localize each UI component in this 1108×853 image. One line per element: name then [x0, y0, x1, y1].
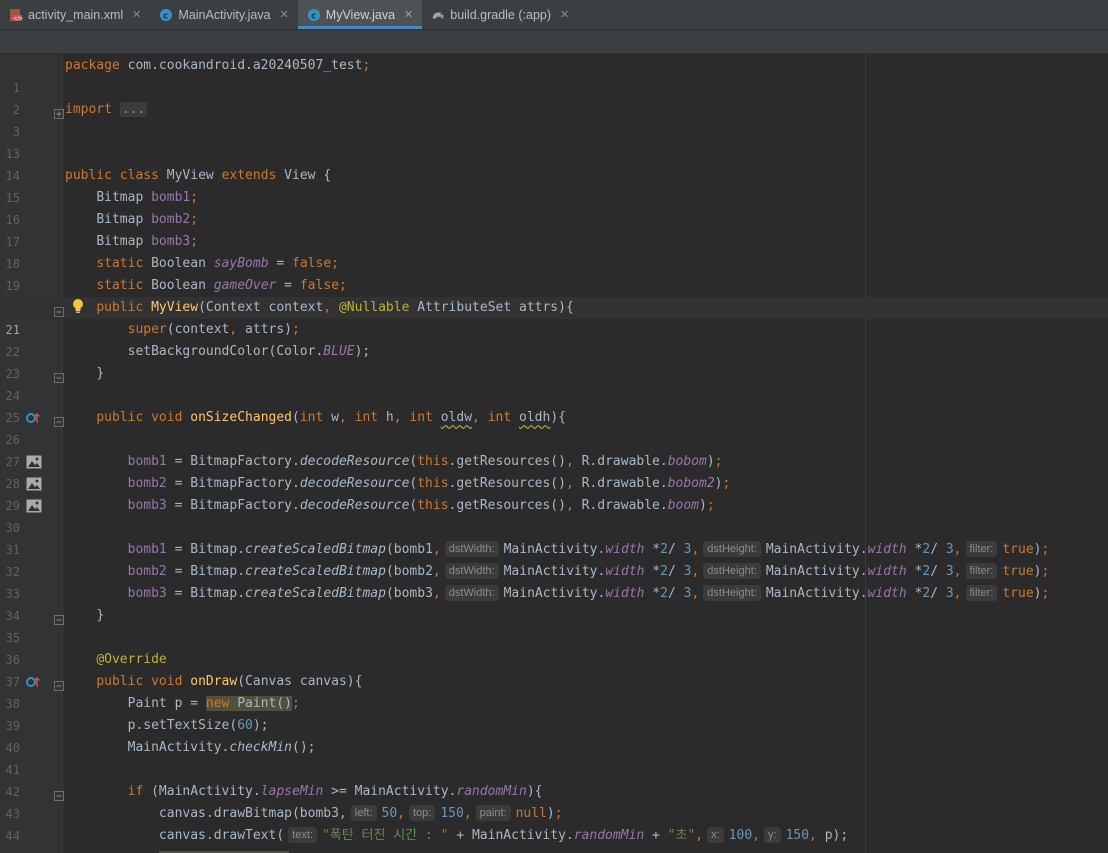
fold-end-icon[interactable]	[54, 369, 64, 383]
code-line: 2	[0, 77, 1108, 117]
gradle-icon	[431, 8, 445, 22]
parameter-hint: text:	[288, 827, 317, 843]
code-line: 29 bomb2 = BitmapFactory.decodeResource(…	[0, 473, 1108, 513]
code-line: 32 bomb1 = Bitmap.createScaledBitmap(bom…	[0, 539, 1108, 579]
parameter-hint: x:	[707, 827, 724, 843]
tab-build-gradle[interactable]: build.gradle (:app) ✕	[422, 0, 578, 29]
code-line: 23 setBackgroundColor(Color.BLUE);	[0, 341, 1108, 381]
code-line: 19 static Boolean sayBomb = false;	[0, 253, 1108, 293]
code-line: 44 canvas.drawBitmap(bomb3, left: 50, top: 1…	[0, 803, 1108, 843]
parameter-hint: dstWidth:	[444, 563, 499, 579]
parameter-hint: dstWidth:	[444, 541, 499, 557]
code-line: 31	[0, 517, 1108, 557]
code-line: 20 static Boolean gameOver = false;	[0, 275, 1108, 315]
code-line: 35 }	[0, 605, 1108, 645]
folded-imports[interactable]: ...	[119, 102, 148, 117]
code-line: 34 bomb3 = Bitmap.createScaledBitmap(bom…	[0, 583, 1108, 623]
close-icon[interactable]: ✕	[132, 8, 141, 21]
parameter-hint: paint:	[475, 805, 511, 821]
code-line: 40 p.setTextSize(60);	[0, 715, 1108, 755]
tab-mainactivity-java[interactable]: c MainActivity.java ✕	[150, 0, 297, 29]
code-line: 22 super(context, attrs);	[0, 319, 1108, 359]
code-line: 37 @Override	[0, 649, 1108, 689]
tab-label: MyView.java	[325, 7, 396, 22]
close-icon[interactable]: ✕	[280, 8, 289, 21]
parameter-hint: y:	[764, 827, 781, 843]
code-line: 27	[0, 429, 1108, 469]
fold-minus-icon[interactable]	[54, 413, 64, 427]
svg-text:</>: </>	[13, 16, 23, 22]
code-line: 3 import ...	[0, 99, 1108, 139]
code-line: 38 public void onDraw(Canvas canvas){	[0, 671, 1108, 711]
fold-minus-icon[interactable]	[54, 787, 64, 801]
tab-label: MainActivity.java	[178, 7, 271, 22]
override-method-icon[interactable]	[26, 675, 42, 689]
fold-plus-icon[interactable]	[54, 105, 64, 119]
tab-myview-java[interactable]: c MyView.java ✕	[297, 0, 423, 29]
parameter-hint: dstWidth:	[444, 585, 499, 601]
close-icon[interactable]: ✕	[404, 8, 413, 21]
code-line: 45 canvas.drawText(text:"폭탄 터진 시간 : " + …	[0, 825, 1108, 853]
code-line: 25	[0, 385, 1108, 425]
code-line: 28 bomb1 = BitmapFactory.decodeResource(…	[0, 451, 1108, 491]
code-line: 18 Bitmap bomb3;	[0, 231, 1108, 271]
code-line: 30 bomb3 = BitmapFactory.decodeResource(…	[0, 495, 1108, 535]
fold-minus-icon[interactable]	[54, 677, 64, 691]
image-resource-icon[interactable]	[26, 455, 42, 469]
fold-end-icon[interactable]	[54, 611, 64, 625]
parameter-hint: top:	[408, 805, 436, 821]
code-line: 33 bomb2 = Bitmap.createScaledBitmap(bom…	[0, 561, 1108, 601]
parameter-hint: dstHeight:	[703, 541, 761, 557]
code-line: 13	[0, 121, 1108, 161]
code-line: 15 public class MyView extends View {	[0, 165, 1108, 205]
code-line: 36	[0, 627, 1108, 667]
code-line: 14	[0, 143, 1108, 183]
parameter-hint: dstHeight:	[703, 563, 761, 579]
code-line: 24 }	[0, 363, 1108, 403]
code-line: 41 MainActivity.checkMin();	[0, 737, 1108, 777]
parameter-hint: left:	[350, 805, 377, 821]
code-line: 26 public void onSizeChanged(int w, int …	[0, 407, 1108, 447]
tab-label: build.gradle (:app)	[450, 7, 552, 22]
java-class-icon: c	[307, 8, 321, 22]
code-line-partial	[0, 847, 1108, 853]
parameter-hint: filter:	[965, 585, 998, 601]
override-method-icon[interactable]	[26, 411, 42, 425]
svg-text:c: c	[163, 11, 168, 21]
parameter-hint: filter:	[965, 563, 998, 579]
breadcrumb-bar	[0, 30, 1108, 54]
svg-text:c: c	[311, 11, 316, 21]
code-line: 39 Paint p = new Paint();	[0, 693, 1108, 733]
code-line: 42	[0, 759, 1108, 799]
code-line: 43 if (MainActivity.lapseMin >= MainActi…	[0, 781, 1108, 821]
fold-minus-icon[interactable]	[54, 303, 64, 317]
tab-activity-main-xml[interactable]: </> activity_main.xml ✕	[0, 0, 150, 29]
image-resource-icon[interactable]	[26, 477, 42, 491]
code-line: 1 package com.cookandroid.a20240507_test…	[0, 55, 1108, 95]
close-icon[interactable]: ✕	[560, 8, 569, 21]
java-class-icon: c	[159, 8, 173, 22]
tab-label: activity_main.xml	[28, 7, 124, 22]
parameter-hint: dstHeight:	[703, 585, 761, 601]
image-resource-icon[interactable]	[26, 499, 42, 513]
code-line: 17 Bitmap bomb2;	[0, 209, 1108, 249]
parameter-hint: filter:	[965, 541, 998, 557]
editor-tab-bar: </> activity_main.xml ✕ c MainActivity.j…	[0, 0, 1108, 30]
code-line: 16 Bitmap bomb1;	[0, 187, 1108, 227]
code-editor[interactable]: 1 package com.cookandroid.a20240507_test…	[0, 55, 1108, 853]
code-line-current: 21 public MyView(Context context, @Nulla…	[0, 297, 1108, 337]
xml-file-icon: </>	[9, 8, 23, 22]
